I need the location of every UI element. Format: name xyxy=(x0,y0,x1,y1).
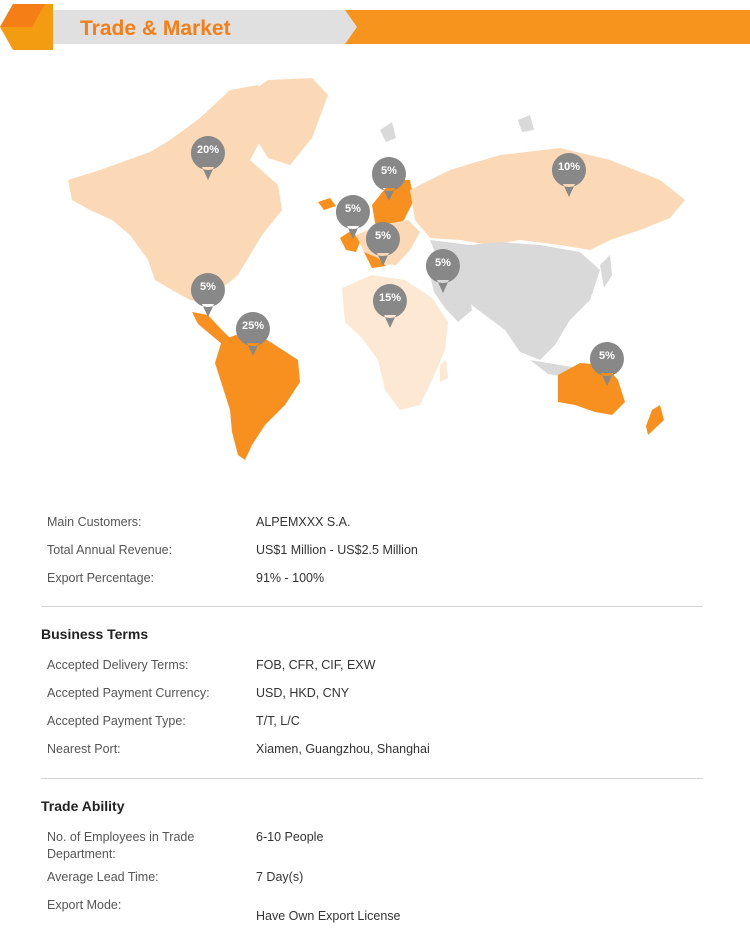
world-map-svg xyxy=(68,78,685,460)
map-pin-north-america[interactable]: 20% xyxy=(189,134,227,182)
map-pin-label: 5% xyxy=(375,230,391,242)
info-label: Accepted Payment Currency: xyxy=(47,686,210,700)
region-new-zealand xyxy=(646,405,664,435)
map-pin-icon xyxy=(551,153,586,197)
map-pin-icon xyxy=(190,136,225,180)
map-pin-eastern-europe[interactable]: 10% xyxy=(550,151,588,199)
map-pin-label: 5% xyxy=(435,257,451,269)
info-value: T/T, L/C xyxy=(256,714,300,728)
map-pin-icon xyxy=(190,273,225,317)
info-value: Have Own Export License xyxy=(256,909,401,923)
info-value: 7 Day(s) xyxy=(256,870,304,884)
region-eastern-europe xyxy=(410,148,685,250)
map-pin-label: 20% xyxy=(196,144,220,156)
map-pin-icon xyxy=(365,222,400,266)
section-divider xyxy=(41,606,703,607)
map-pin-central-america[interactable]: 5% xyxy=(189,271,227,319)
business-terms-heading: Business Terms xyxy=(41,626,149,642)
region-japan xyxy=(600,255,612,288)
info-value: FOB, CFR, CIF, EXW xyxy=(256,658,376,672)
map-pin-south-america[interactable]: 25% xyxy=(234,310,272,358)
section-title-trade-market: Trade & Market xyxy=(80,17,231,40)
map-pin-oceania[interactable]: 5% xyxy=(588,340,626,388)
section-header-banner: Trade & Market xyxy=(0,4,750,54)
map-pin-label: 5% xyxy=(345,203,361,215)
map-pin-icon xyxy=(425,249,460,293)
info-label: Export Mode: xyxy=(47,898,122,912)
map-pin-label: 25% xyxy=(241,320,265,332)
section-divider xyxy=(41,778,703,779)
info-value: US$1 Million - US$2.5 Million xyxy=(256,543,418,557)
map-pin-icon xyxy=(371,157,406,201)
info-label: Average Lead Time: xyxy=(47,870,159,884)
map-pin-label: 5% xyxy=(200,281,216,293)
info-value: USD, HKD, CNY xyxy=(256,686,350,700)
region-arctic-islands xyxy=(518,115,534,132)
map-pin-southern-europe[interactable]: 5% xyxy=(364,220,402,268)
map-pin-icon xyxy=(372,284,407,328)
trade-ability-heading: Trade Ability xyxy=(41,798,125,814)
info-label: Total Annual Revenue: xyxy=(47,543,173,557)
map-pin-label: 5% xyxy=(599,350,615,362)
info-value: ALPEMXXX S.A. xyxy=(256,515,351,529)
info-value: 6-10 People xyxy=(256,830,324,844)
map-pin-icon xyxy=(589,342,624,386)
region-madagascar xyxy=(440,360,448,382)
info-value: Xiamen, Guangzhou, Shanghai xyxy=(256,742,430,756)
info-label: No. of Employees in Trade Department: xyxy=(47,830,195,861)
map-pin-label: 5% xyxy=(381,165,397,177)
region-svalbard xyxy=(380,122,396,142)
map-pin-africa[interactable]: 15% xyxy=(371,282,409,330)
world-market-map: 20% 5% 25% 5% 5% 5% 10% 5% 15% 5% xyxy=(0,60,750,480)
info-label: Export Percentage: xyxy=(47,571,155,585)
map-pin-label: 10% xyxy=(557,161,581,173)
map-pin-icon xyxy=(235,312,270,356)
info-label: Accepted Payment Type: xyxy=(47,714,186,728)
map-pin-mid-east[interactable]: 5% xyxy=(424,247,462,295)
info-label: Main Customers: xyxy=(47,515,142,529)
info-value: 91% - 100% xyxy=(256,571,325,585)
map-pin-label: 15% xyxy=(378,292,402,304)
info-label: Accepted Delivery Terms: xyxy=(47,658,189,672)
map-pin-northern-europe[interactable]: 5% xyxy=(370,155,408,203)
info-label: Nearest Port: xyxy=(47,742,121,756)
